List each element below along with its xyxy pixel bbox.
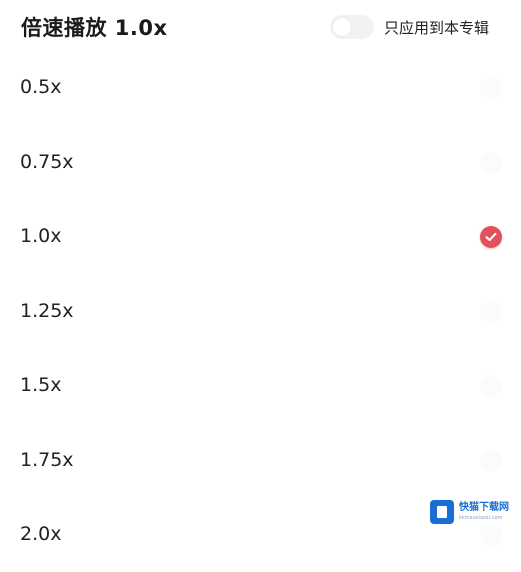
watermark-url: kkmaoxiazai.com [459, 515, 503, 521]
toggle-label: 只应用到本专辑 [384, 19, 490, 37]
speed-option-0-5x[interactable]: 0.5x [0, 50, 521, 125]
radio-selected[interactable] [480, 226, 502, 248]
site-logo-icon [430, 500, 454, 524]
speed-option-1-75x[interactable]: 1.75x [0, 423, 521, 498]
speed-options-list: 0.5x 0.75x 1.0x 1.25x 1.5x 1.75x 2.0x [0, 50, 521, 572]
speed-option-0-75x[interactable]: 0.75x [0, 125, 521, 200]
speed-option-1-0x[interactable]: 1.0x [0, 199, 521, 274]
speed-option-label: 1.25x [20, 299, 74, 322]
speed-option-label: 1.75x [20, 448, 74, 471]
radio-unselected[interactable] [480, 151, 502, 174]
radio-unselected[interactable] [480, 77, 502, 99]
toggle-track[interactable] [330, 15, 374, 39]
album-only-toggle[interactable] [330, 14, 374, 40]
speed-option-1-5x[interactable]: 1.5x [0, 348, 521, 423]
check-icon [485, 232, 497, 241]
toggle-knob [333, 18, 351, 36]
speed-option-label: 2.0x [20, 523, 62, 545]
watermark-text: 快猫下载网 kkmaoxiazai.com [459, 503, 509, 521]
speed-option-label: 0.5x [20, 76, 62, 98]
watermark: 快猫下载网 kkmaoxiazai.com [430, 500, 509, 524]
speed-option-label: 0.75x [20, 150, 74, 173]
watermark-title: 快猫下载网 [459, 502, 509, 513]
speed-option-label: 1.5x [20, 374, 62, 396]
speed-option-label: 1.0x [20, 225, 62, 247]
radio-unselected[interactable] [480, 300, 502, 323]
page-title: 倍速播放 1.0x [21, 16, 168, 40]
radio-unselected[interactable] [480, 375, 502, 397]
speed-option-1-25x[interactable]: 1.25x [0, 274, 521, 349]
radio-unselected[interactable] [480, 449, 502, 472]
speed-header: 倍速播放 1.0x 只应用到本专辑 [0, 0, 521, 54]
